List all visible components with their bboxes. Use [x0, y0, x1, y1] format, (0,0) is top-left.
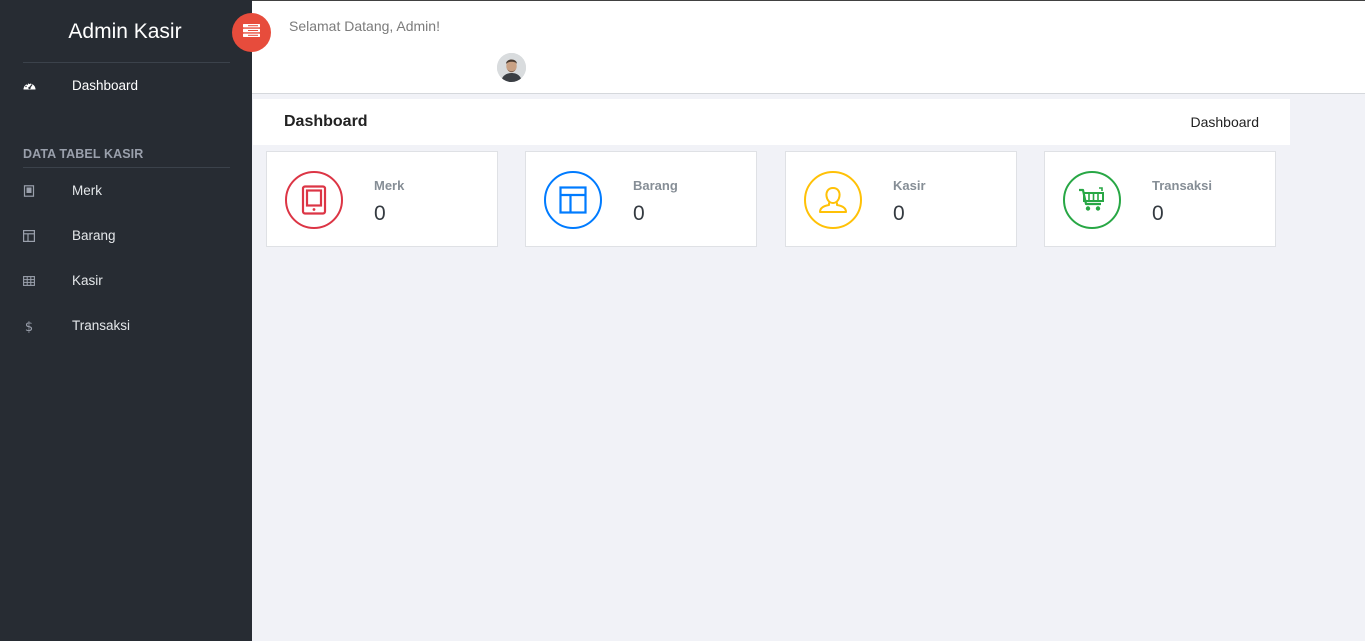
sidebar-item-merk[interactable]: Merk [0, 168, 252, 213]
sidebar-item-label: Barang [72, 228, 116, 243]
top-header [252, 0, 1365, 94]
stat-card-merk[interactable]: Merk 0 [266, 151, 498, 247]
stat-value: 0 [893, 202, 905, 225]
breadcrumb-bar: Dashboard Dashboard [253, 99, 1290, 145]
menu-icon [243, 23, 260, 42]
welcome-text: Selamat Datang, Admin! [289, 18, 440, 34]
page-title: Dashboard [284, 113, 368, 130]
stat-card-kasir[interactable]: Kasir 0 [785, 151, 1017, 247]
sidebar-nav: Merk Barang Kasir $ Transaksi [0, 168, 252, 348]
svg-text:$: $ [25, 320, 33, 333]
breadcrumb-current[interactable]: Dashboard [1191, 114, 1260, 130]
book-icon [22, 184, 36, 198]
stat-label: Transaksi [1152, 178, 1212, 193]
stat-label: Barang [633, 178, 678, 193]
sidebar-item-kasir[interactable]: Kasir [0, 258, 252, 303]
table-icon [22, 274, 36, 288]
sidebar-section-title: DATA TABEL KASIR [23, 147, 144, 161]
layout-icon [22, 229, 36, 243]
sidebar-item-label: Kasir [72, 273, 103, 288]
stat-value: 0 [633, 202, 645, 225]
cart-icon [1063, 171, 1121, 229]
sidebar-item-label: Merk [72, 183, 102, 198]
stat-label: Kasir [893, 178, 926, 193]
sidebar-item-label: Transaksi [72, 318, 131, 333]
stat-card-barang[interactable]: Barang 0 [525, 151, 757, 247]
tablet-icon [285, 171, 343, 229]
dashboard-icon [22, 79, 36, 93]
dollar-icon: $ [22, 319, 36, 333]
stat-value: 0 [1152, 202, 1164, 225]
sidebar-item-dashboard[interactable]: Dashboard [0, 63, 252, 108]
stat-value: 0 [374, 202, 386, 225]
user-icon [804, 171, 862, 229]
sidebar-item-transaksi[interactable]: $ Transaksi [0, 303, 252, 348]
stat-label: Merk [374, 178, 405, 193]
sidebar-item-barang[interactable]: Barang [0, 213, 252, 258]
stat-card-transaksi[interactable]: Transaksi 0 [1044, 151, 1276, 247]
user-avatar[interactable] [497, 53, 526, 82]
layout-icon [544, 171, 602, 229]
menu-toggle-button[interactable] [232, 13, 271, 52]
sidebar-item-label: Dashboard [72, 78, 139, 93]
sidebar: Admin Kasir Dashboard DATA TABEL KASIR M… [0, 0, 252, 641]
brand-title[interactable]: Admin Kasir [0, 0, 252, 62]
